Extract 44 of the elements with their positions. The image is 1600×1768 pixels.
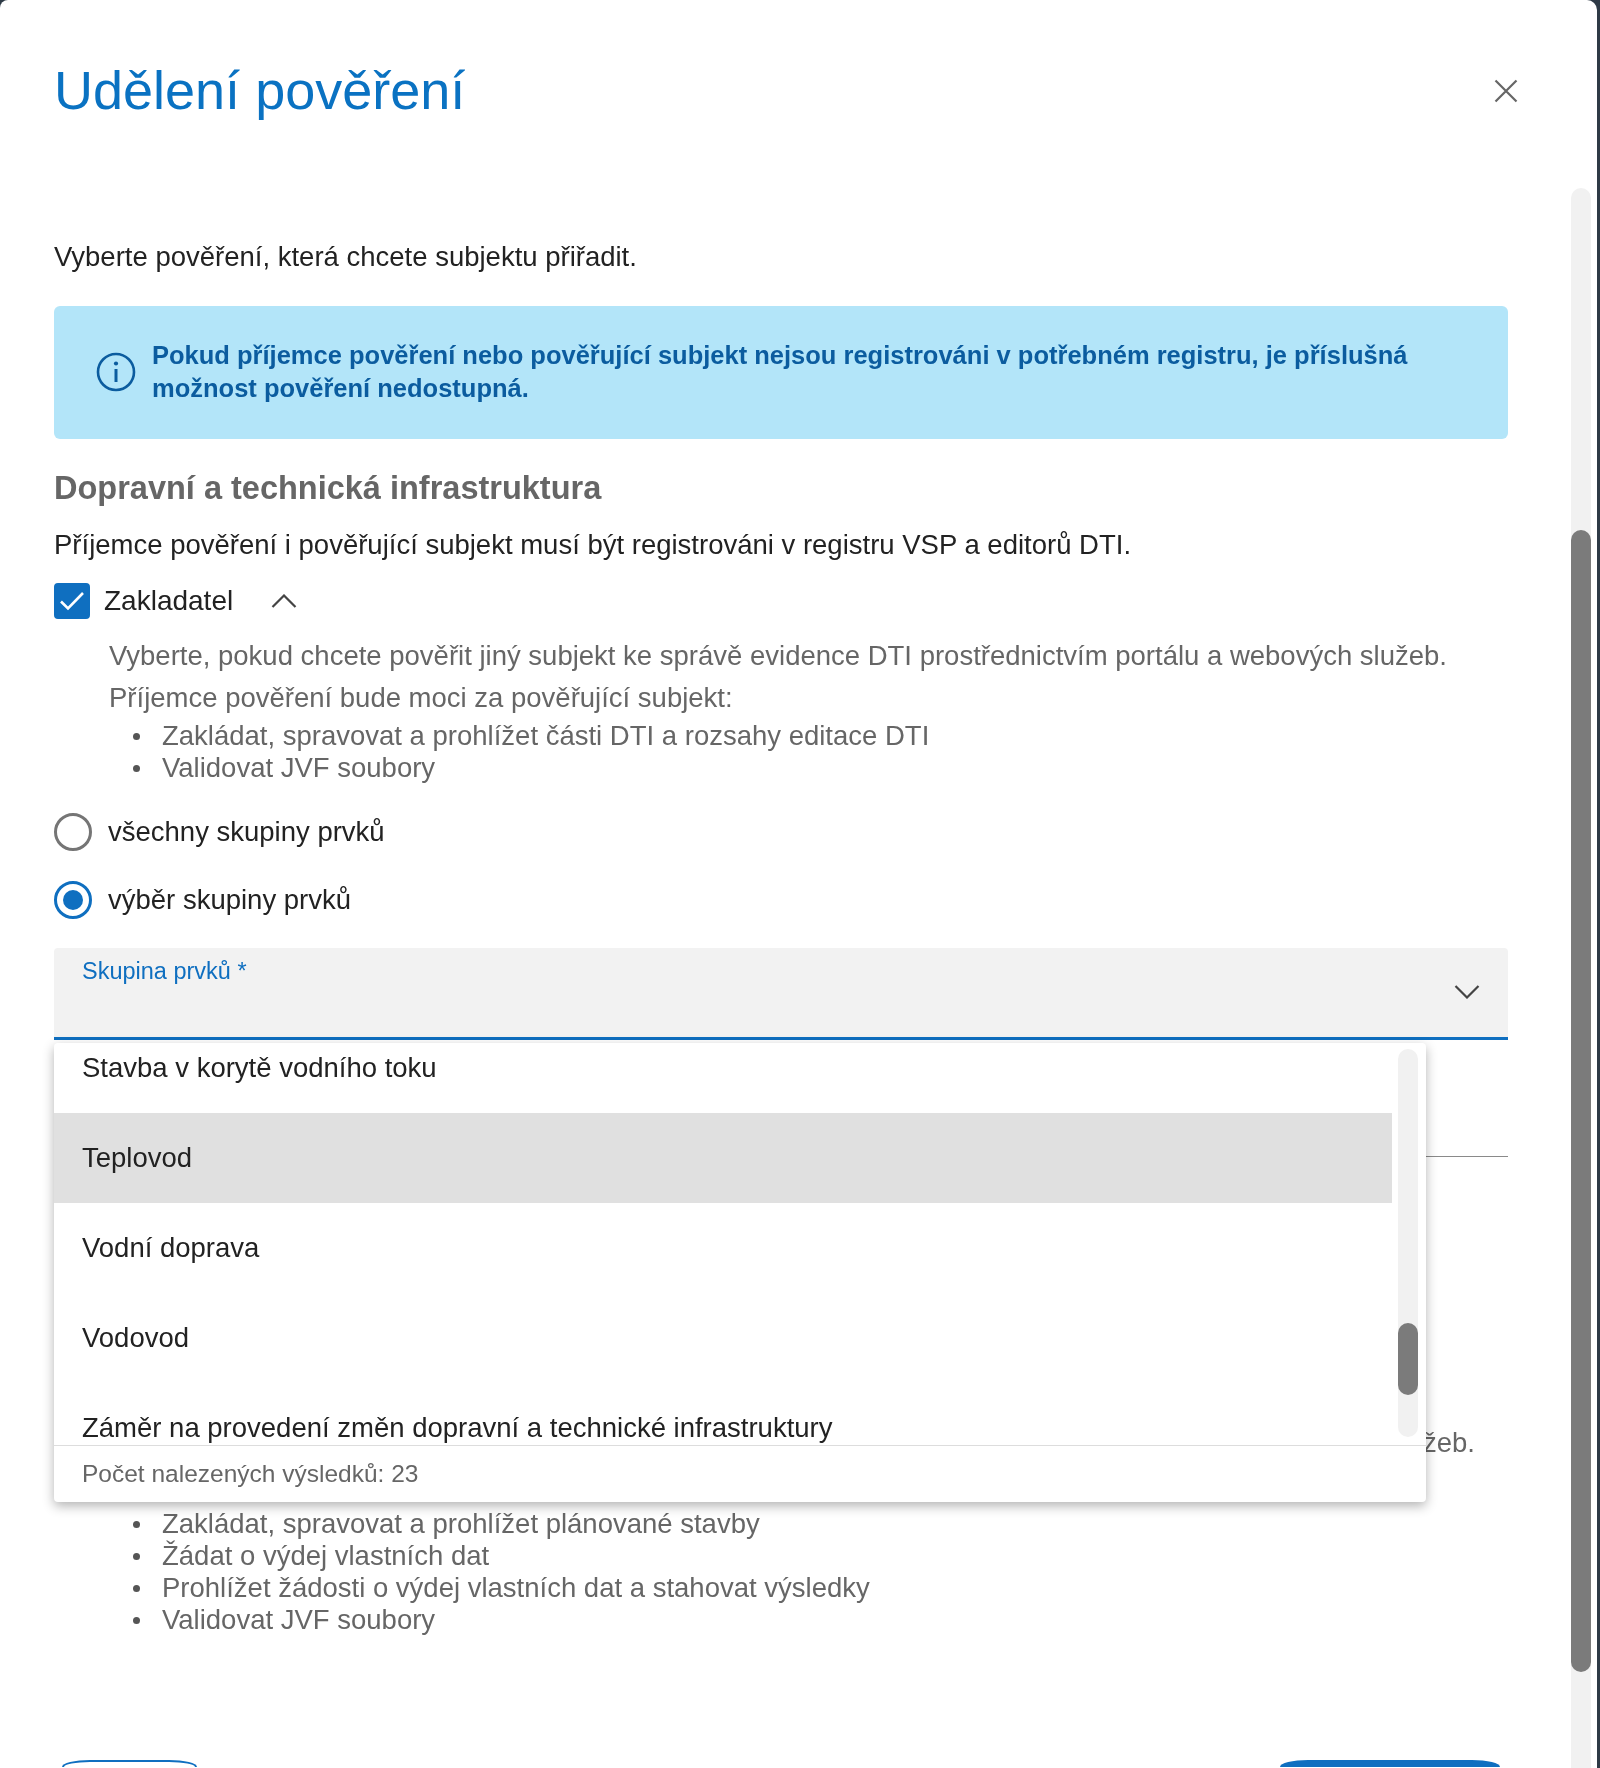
radio-button[interactable] (54, 813, 92, 851)
collapse-button[interactable] (271, 594, 298, 608)
dialog-title: Udělení pověření (54, 59, 466, 122)
dropdown-option[interactable]: Teplovod (54, 1113, 1392, 1203)
list-item: Prohlížet žádosti o výdej vlastních dat a stahovat výsledky (162, 1572, 870, 1604)
info-text: Pokud příjemce pověření nebo pověřující subjekt nejsou registrováni v potřebném registru, je příslušná možnost pověření nedostupná. (152, 340, 1409, 404)
dropdown-option[interactable]: Záměr na provedení změn dopravní a technické infrastruktury (54, 1383, 1392, 1445)
rights-intro: Příjemce pověření bude moci za pověřující subjekt: (109, 681, 734, 715)
list-item: Zakládat, spravovat a prohlížet části DTI a rozsahy editace DTI (162, 720, 930, 752)
close-button[interactable] (1494, 79, 1518, 103)
checkbox[interactable] (54, 583, 90, 619)
requirement-text: Příjemce pověření i pověřující subjekt musí být registrováni v registru VSP a editorů DTI. (54, 529, 1133, 561)
radio-label: výběr skupiny prvků (108, 884, 351, 916)
dropdown-option[interactable]: Stavba v korytě vodního toku (54, 1043, 1392, 1113)
radio-button[interactable] (54, 881, 92, 919)
bullet-icon (133, 764, 140, 772)
info-icon (96, 352, 136, 392)
intro-text: Vyberte pověření, která chcete subjektu přiřadit. (54, 241, 638, 273)
result-count: Počet nalezených výsledků: 23 (54, 1445, 1426, 1502)
radio-label: všechny skupiny prvků (108, 816, 385, 848)
bullet-icon (133, 732, 140, 740)
dropdown-option[interactable]: Vodovod (54, 1293, 1392, 1383)
bullet-icon (133, 1552, 140, 1560)
checkbox-label: Zakladatel (104, 585, 234, 617)
primary-button[interactable] (1280, 1760, 1500, 1767)
description-text: Vyberte, pokud chcete pověřit jiný subjekt ke správě evidence DTI prostřednictvím portálu a webových služeb. (109, 639, 1448, 673)
list-item: Validovat JVF soubory (162, 752, 436, 784)
description-text: žeb. (1423, 1426, 1475, 1460)
bullet-icon (133, 1584, 140, 1592)
group-heading: Dopravní a technická infrastruktura (54, 470, 603, 506)
bullet-icon (133, 1520, 140, 1528)
scrollbar-thumb[interactable] (1571, 530, 1591, 1672)
chevron-up-icon (271, 594, 298, 608)
dropdown-option[interactable]: Vodní doprava (54, 1203, 1392, 1293)
secondary-button[interactable] (62, 1760, 197, 1767)
bullet-icon (133, 1616, 140, 1624)
select-field[interactable]: Skupina prvků * (54, 948, 1508, 1040)
scrollbar-thumb[interactable] (1398, 1323, 1418, 1395)
list-item: Validovat JVF soubory (162, 1604, 436, 1636)
chevron-down-icon (1454, 985, 1480, 999)
close-icon (1494, 79, 1518, 103)
list-item: Žádat o výdej vlastních dat (162, 1540, 490, 1572)
check-icon (59, 590, 85, 612)
list-item: Zakládat, spravovat a prohlížet plánované stavby (162, 1508, 760, 1540)
